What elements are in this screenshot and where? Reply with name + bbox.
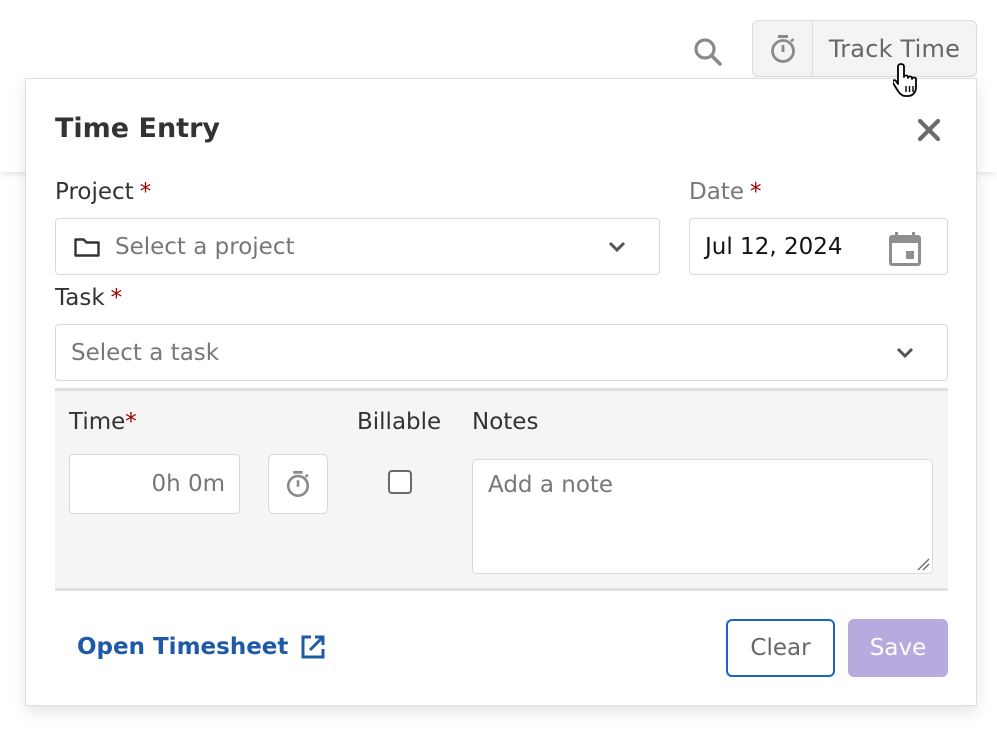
time-details-section: Time* 0h 0m Billable Notes Add a note	[55, 388, 948, 591]
required-mark: *	[139, 179, 152, 205]
open-timesheet-label: Open Timesheet	[77, 634, 289, 660]
chevron-down-icon	[608, 241, 626, 252]
external-link-icon	[301, 635, 325, 659]
required-mark: *	[125, 409, 137, 435]
stopwatch-icon	[770, 34, 795, 63]
required-mark: *	[110, 285, 123, 311]
clear-button[interactable]: Clear	[726, 619, 835, 677]
open-timesheet-link[interactable]: Open Timesheet	[77, 634, 326, 660]
time-label-text: Time	[69, 409, 126, 435]
task-label: Task *	[55, 285, 122, 311]
date-label: Date *	[689, 179, 761, 205]
required-mark: *	[749, 179, 762, 205]
notes-label: Notes	[472, 409, 539, 435]
close-icon	[917, 118, 941, 142]
date-label-text: Date	[689, 179, 744, 205]
time-entry-popover: Time Entry Project * Select a project Dat…	[25, 78, 977, 706]
notes-placeholder: Add a note	[488, 472, 614, 498]
calendar-icon[interactable]	[888, 231, 922, 267]
search-icon	[694, 38, 722, 66]
project-label-text: Project	[55, 179, 134, 205]
project-label: Project *	[55, 179, 151, 205]
stopwatch-icon	[286, 470, 310, 497]
time-placeholder: 0h 0m	[151, 471, 225, 497]
time-input[interactable]: 0h 0m	[69, 454, 240, 514]
hand-cursor-icon	[893, 63, 917, 97]
task-select[interactable]: Select a task	[55, 324, 948, 381]
save-button[interactable]: Save	[848, 619, 948, 677]
track-time-button[interactable]: Track Time	[752, 20, 977, 77]
project-select[interactable]: Select a project	[55, 218, 660, 275]
date-input[interactable]: Jul 12, 2024	[689, 218, 948, 275]
billable-label: Billable	[357, 409, 442, 435]
popover-title: Time Entry	[55, 113, 221, 144]
chevron-down-icon	[896, 347, 914, 358]
search-button[interactable]	[688, 32, 728, 72]
track-time-label: Track Time	[828, 34, 961, 63]
project-placeholder: Select a project	[115, 233, 295, 260]
notes-textarea[interactable]: Add a note	[472, 459, 933, 574]
billable-checkbox[interactable]	[388, 470, 412, 494]
time-label: Time*	[69, 409, 137, 435]
date-value: Jul 12, 2024	[705, 233, 843, 260]
task-placeholder: Select a task	[71, 339, 220, 366]
close-button[interactable]	[914, 115, 944, 145]
resize-handle-icon[interactable]	[916, 557, 930, 571]
start-timer-button[interactable]	[268, 454, 328, 514]
task-label-text: Task	[55, 285, 105, 311]
folder-icon	[74, 237, 100, 257]
